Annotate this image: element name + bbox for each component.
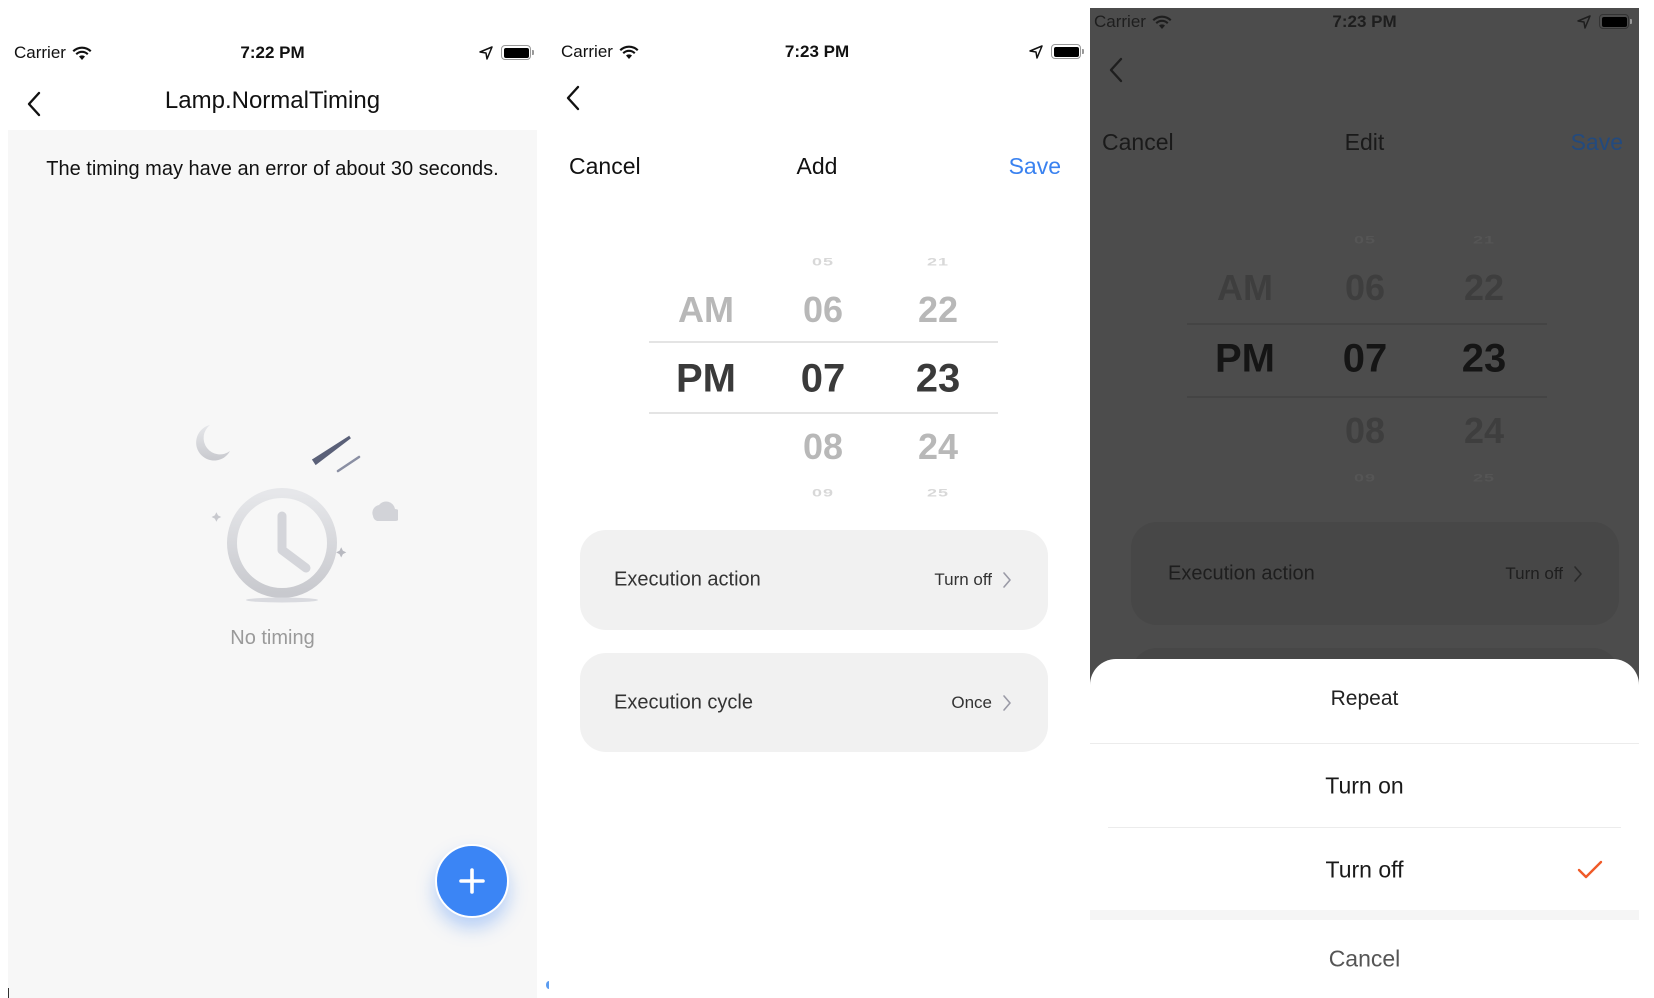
picker-option[interactable]: 06 — [1345, 267, 1385, 309]
picker-option-selected[interactable]: PM — [1215, 337, 1275, 382]
picker-option[interactable]: 09 — [812, 487, 834, 500]
battery-icon — [501, 45, 534, 60]
picker-selection-top-line — [1187, 323, 1547, 325]
timing-error-notice: The timing may have an error of about 30… — [46, 158, 499, 180]
checkmark-icon — [1577, 860, 1603, 879]
chevron-right-icon — [1003, 572, 1011, 588]
battery-icon — [1051, 44, 1084, 59]
sheet-cancel-button[interactable]: Cancel — [1090, 920, 1639, 998]
save-button[interactable]: Save — [1009, 153, 1061, 180]
option-label: Turn on — [1325, 772, 1404, 799]
add-timing-button[interactable] — [435, 844, 509, 918]
page-title: Lamp.NormalTiming — [164, 87, 381, 114]
sheet-separator — [1090, 910, 1639, 920]
picker-option-selected[interactable]: 07 — [1343, 337, 1388, 382]
timing-list-content: The timing may have an error of about 30… — [8, 130, 537, 998]
chevron-right-icon — [1574, 565, 1582, 582]
picker-option[interactable]: 22 — [1464, 267, 1504, 309]
cancel-label: Cancel — [1328, 945, 1401, 972]
option-turn-off[interactable]: Turn off — [1090, 828, 1639, 912]
execution-cycle-row[interactable]: Execution cycle Once — [580, 653, 1048, 752]
page-title: Add — [796, 153, 838, 179]
clock-illustration-icon — [196, 425, 398, 603]
picker-option[interactable]: 08 — [1345, 410, 1385, 452]
picker-option[interactable]: 24 — [1464, 410, 1504, 452]
page-title: Edit — [1344, 129, 1385, 155]
status-bar: Carrier 7:22 PM — [8, 43, 537, 67]
picker-option[interactable]: 25 — [1473, 472, 1495, 485]
picker-option-selected[interactable]: PM — [676, 357, 736, 402]
picker-option[interactable]: 21 — [1473, 234, 1495, 247]
plus-icon — [459, 868, 485, 894]
picker-option[interactable]: 05 — [1354, 234, 1376, 247]
execution-action-row[interactable]: Execution action Turn off — [580, 530, 1048, 630]
clock-time: 7:23 PM — [1332, 12, 1397, 31]
location-arrow-icon — [479, 45, 493, 60]
row-label: Execution action — [614, 568, 761, 591]
picker-option[interactable]: AM — [678, 289, 734, 331]
execution-action-row[interactable]: Execution action Turn off — [1131, 522, 1619, 625]
location-arrow-icon — [1029, 44, 1043, 59]
battery-icon — [1599, 14, 1632, 29]
picker-option[interactable]: 09 — [1354, 472, 1376, 485]
picker-option-selected[interactable]: 23 — [916, 357, 961, 402]
picker-option[interactable]: 21 — [927, 256, 949, 269]
row-label: Execution action — [1168, 562, 1315, 584]
row-label: Execution cycle — [614, 691, 753, 713]
chevron-right-icon — [1003, 694, 1011, 711]
chevron-left-icon — [566, 85, 580, 111]
picker-option-selected[interactable]: 07 — [801, 357, 846, 402]
action-sheet-title: Repeat — [1330, 687, 1399, 710]
picker-selection-top-line — [649, 341, 998, 343]
timing-list-screen: Carrier 7:22 PM Lamp.NormalTiming The ti… — [8, 0, 537, 998]
picker-option[interactable]: 08 — [803, 426, 843, 468]
back-button[interactable] — [559, 82, 587, 114]
picker-option[interactable]: 05 — [812, 256, 834, 269]
location-arrow-icon — [1577, 14, 1591, 29]
edit-timing-screen: Carrier 7:23 PM Cancel Edit Save AM PM 0… — [1090, 8, 1639, 998]
back-button[interactable] — [1102, 54, 1130, 86]
option-turn-on[interactable]: Turn on — [1090, 744, 1639, 828]
picker-selection-bottom-line — [1187, 396, 1547, 398]
save-button[interactable]: Save — [1571, 129, 1623, 156]
row-value: Turn off — [934, 570, 992, 589]
picker-option[interactable]: 24 — [918, 426, 958, 468]
picker-option[interactable]: 25 — [927, 487, 949, 500]
edge-marker — [8, 988, 9, 998]
empty-state-text: No timing — [230, 627, 315, 649]
status-bar: Carrier 7:23 PM — [549, 42, 1085, 66]
clock-time: 7:23 PM — [784, 42, 850, 61]
add-timing-screen: Carrier 7:23 PM Cancel Add Save AM PM 05… — [549, 0, 1085, 998]
picker-option[interactable]: AM — [1217, 267, 1273, 309]
row-value: Once — [951, 692, 992, 712]
picker-option[interactable]: 06 — [803, 289, 843, 331]
status-bar: Carrier 7:23 PM — [1090, 12, 1639, 36]
action-sheet: Repeat Turn on Turn off Cancel — [1090, 659, 1639, 998]
clock-time: 7:22 PM — [240, 43, 305, 62]
row-value: Turn off — [1505, 563, 1563, 583]
picker-selection-bottom-line — [649, 412, 998, 414]
chevron-left-icon — [1109, 57, 1123, 83]
option-label: Turn off — [1325, 856, 1404, 883]
picker-option[interactable]: 22 — [918, 289, 958, 331]
picker-option-selected[interactable]: 23 — [1462, 337, 1507, 382]
